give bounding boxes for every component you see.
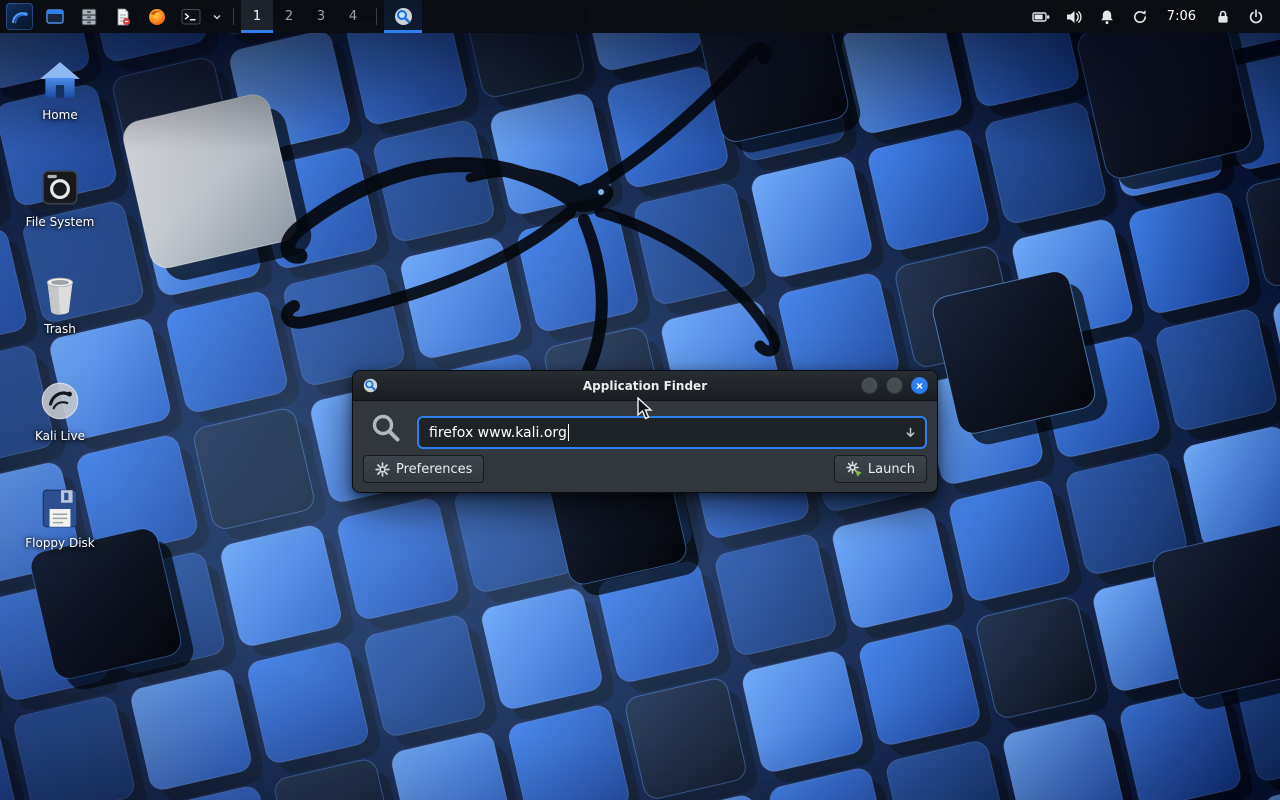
taskbar-application-finder-button[interactable] <box>384 0 422 33</box>
lock-icon <box>1215 9 1231 25</box>
desktop-icon-kali-live[interactable]: Kali Live <box>12 371 108 478</box>
kali-live-icon <box>37 379 83 425</box>
file-system-icon <box>37 165 83 211</box>
application-finder-window: Application Finder × firefox www.kali.or… <box>352 370 938 493</box>
applications-menu-button[interactable] <box>0 0 38 33</box>
minimize-button[interactable] <box>861 377 878 394</box>
notifications-indicator[interactable] <box>1091 0 1124 33</box>
desktop-icon-label: Trash <box>44 323 76 336</box>
logout-button[interactable] <box>1239 0 1272 33</box>
desktop: 1 2 3 4 <box>0 0 1280 800</box>
desktop-icon-label: File System <box>26 216 95 229</box>
preferences-label: Preferences <box>396 462 472 477</box>
window-title: Application Finder <box>353 379 937 393</box>
kali-logo-icon <box>6 3 33 30</box>
file-cabinet-icon <box>79 7 99 27</box>
search-input-text: firefox www.kali.org <box>429 425 567 441</box>
desktop-icon-home[interactable]: Home <box>12 50 108 157</box>
desktop-icon-trash[interactable]: Trash <box>12 264 108 371</box>
launch-icon <box>846 461 862 477</box>
top-panel: 1 2 3 4 <box>0 0 1280 33</box>
desktop-icon-label: Floppy Disk <box>25 537 95 550</box>
desktop-icon-file-system[interactable]: File System <box>12 157 108 264</box>
close-icon: × <box>916 380 923 392</box>
home-icon <box>37 58 83 104</box>
workspace-button-2[interactable]: 2 <box>273 0 305 33</box>
text-caret <box>568 424 569 441</box>
panel-status-area: 7:06 <box>1025 0 1280 33</box>
history-dropdown-arrow[interactable] <box>903 425 918 440</box>
battery-indicator[interactable] <box>1025 0 1058 33</box>
launcher-file-manager[interactable] <box>72 0 106 33</box>
workspace-label: 4 <box>349 9 357 24</box>
workspace-label: 3 <box>317 9 325 24</box>
desktop-icon-label: Kali Live <box>35 430 85 443</box>
window-icon <box>45 7 65 27</box>
launcher-firefox[interactable] <box>140 0 174 33</box>
desktop-icon-floppy-disk[interactable]: Floppy Disk <box>12 478 108 585</box>
gear-icon <box>375 462 390 477</box>
launcher-text-editor[interactable] <box>106 0 140 33</box>
window-controls: × <box>861 377 937 394</box>
panel-separator <box>376 8 377 25</box>
updates-indicator[interactable] <box>1124 0 1157 33</box>
document-icon <box>113 7 133 27</box>
desktop-icon-column: Home File System Trash <box>12 50 108 585</box>
workspace-button-1[interactable]: 1 <box>241 0 273 33</box>
bell-icon <box>1099 9 1115 25</box>
volume-indicator[interactable] <box>1058 0 1091 33</box>
battery-icon <box>1032 9 1051 25</box>
maximize-button[interactable] <box>886 377 903 394</box>
chevron-down-icon <box>211 11 223 23</box>
button-row: Preferences Launch <box>363 455 927 483</box>
panel-separator <box>233 8 234 25</box>
firefox-icon <box>147 7 167 27</box>
launch-button[interactable]: Launch <box>834 455 927 483</box>
terminal-dropdown-arrow[interactable] <box>208 0 226 33</box>
workspace-button-4[interactable]: 4 <box>337 0 369 33</box>
launcher-terminal[interactable] <box>174 0 208 33</box>
launch-label: Launch <box>868 462 915 477</box>
mouse-cursor <box>637 397 657 421</box>
search-input[interactable]: firefox www.kali.org <box>417 416 927 449</box>
workspace-button-3[interactable]: 3 <box>305 0 337 33</box>
floppy-disk-icon <box>37 486 83 532</box>
lock-screen-button[interactable] <box>1206 0 1239 33</box>
workspace-label: 2 <box>285 9 293 24</box>
clock[interactable]: 7:06 <box>1157 9 1206 24</box>
terminal-icon <box>181 8 201 26</box>
panel-left: 1 2 3 4 <box>0 0 422 33</box>
window-app-icon <box>363 378 378 393</box>
refresh-icon <box>1132 9 1148 25</box>
close-button[interactable]: × <box>911 377 928 394</box>
arrow-down-icon <box>903 425 918 440</box>
speaker-icon <box>1066 9 1083 25</box>
launcher-desktop-settings[interactable] <box>38 0 72 33</box>
power-icon <box>1248 9 1264 25</box>
workspace-label: 1 <box>253 9 261 24</box>
desktop-icon-label: Home <box>42 109 77 122</box>
search-icon <box>370 412 402 448</box>
application-finder-icon <box>394 7 413 26</box>
preferences-button[interactable]: Preferences <box>363 455 484 483</box>
trash-icon <box>37 272 83 318</box>
